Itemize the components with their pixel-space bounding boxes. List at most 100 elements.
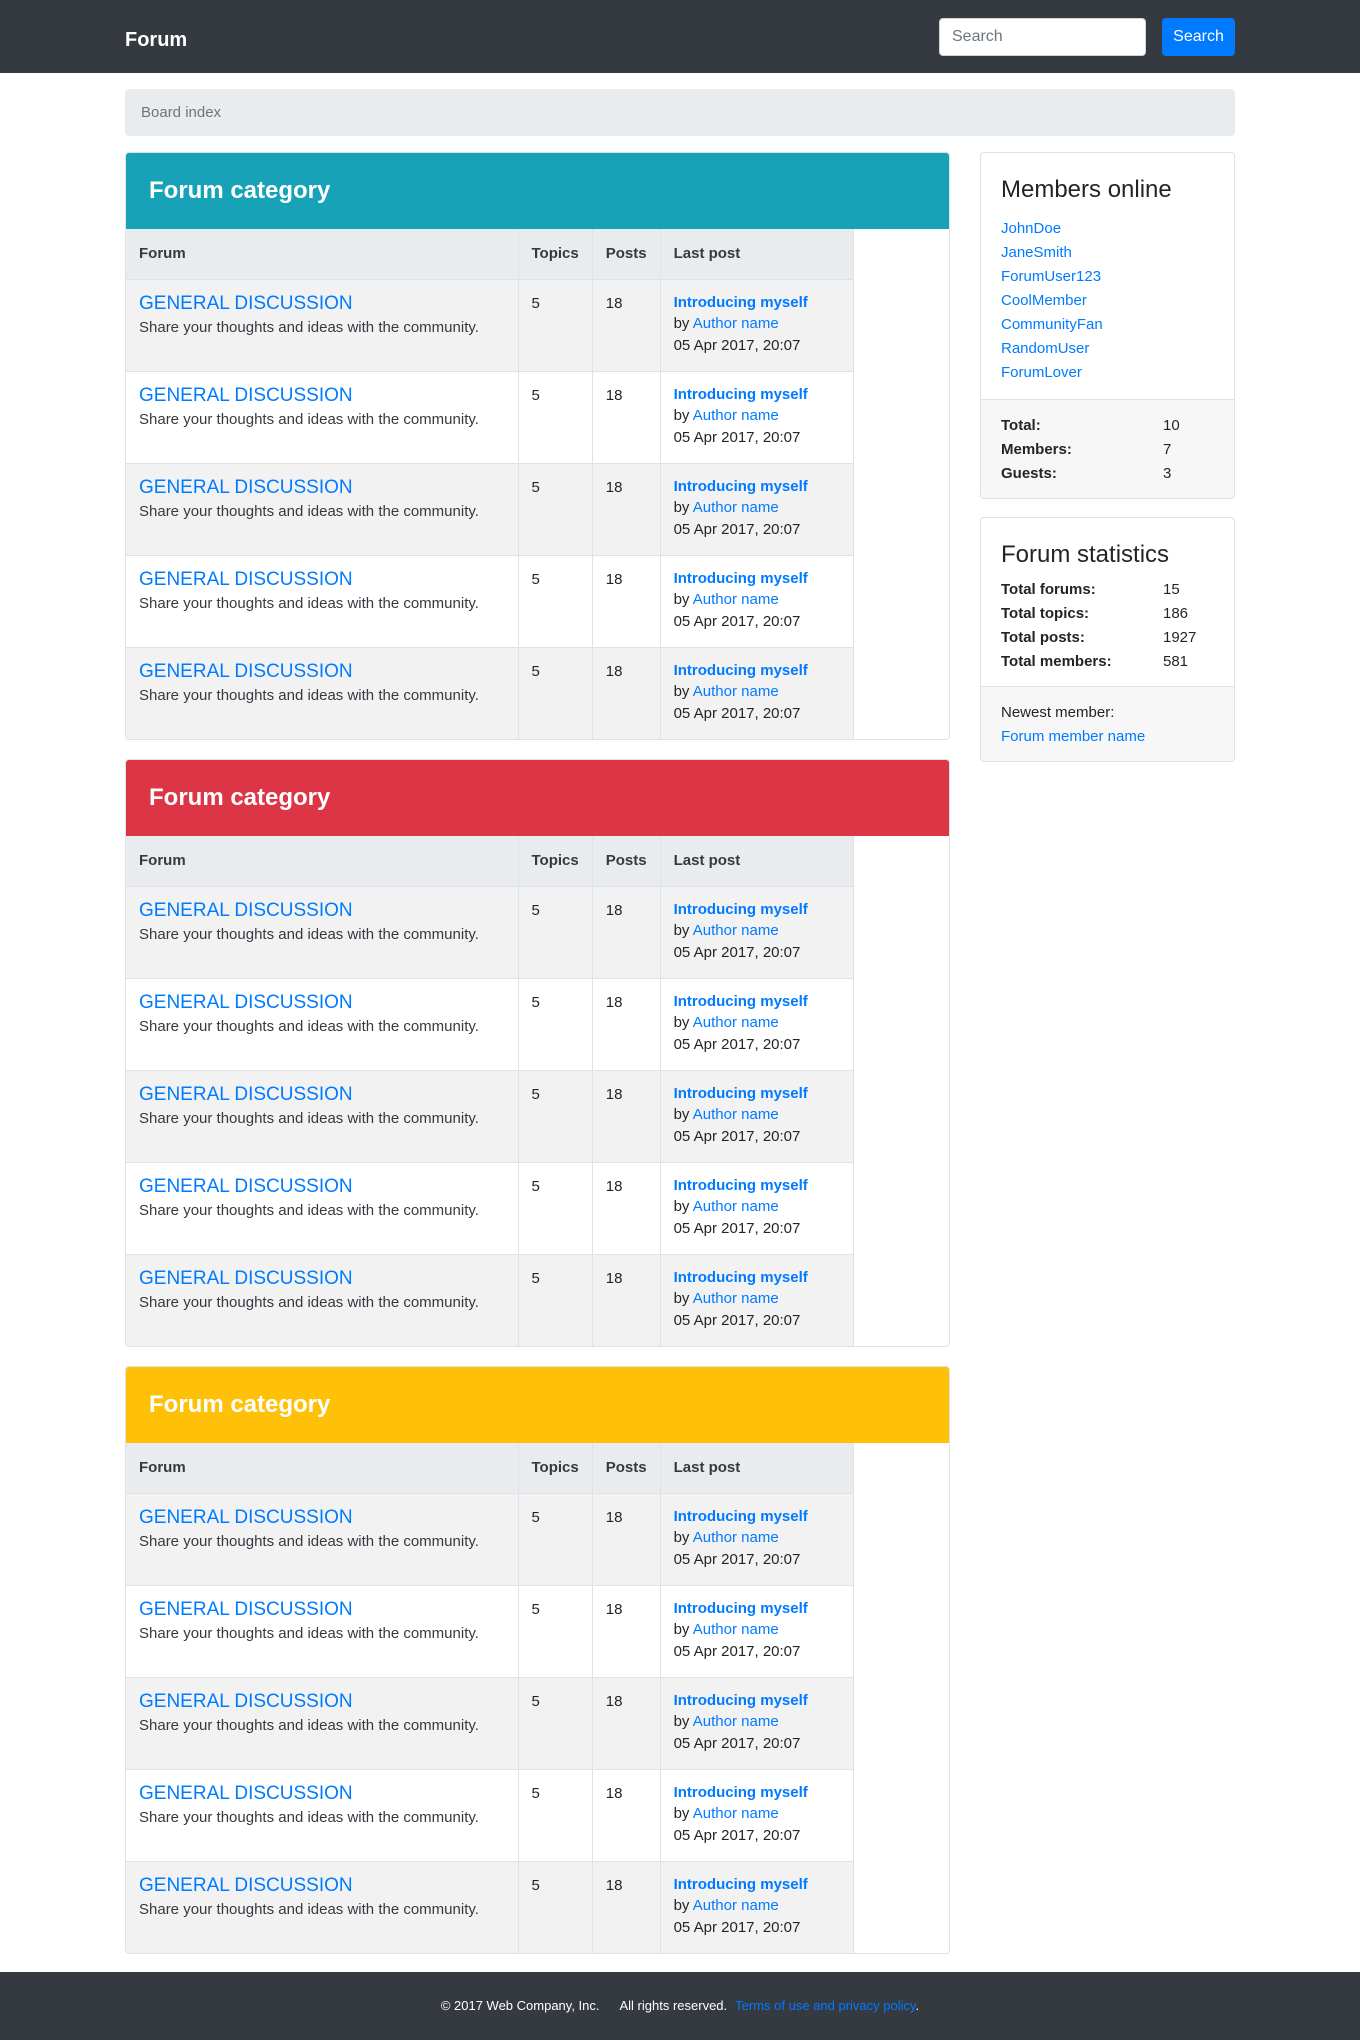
last-post-title-link[interactable]: Introducing myself (674, 1175, 840, 1196)
forum-description: Share your thoughts and ideas with the c… (139, 925, 479, 943)
page-footer: © 2017 Web Company, Inc. All rights reser… (0, 1972, 1360, 2040)
terms-link[interactable]: Terms of use and privacy policy (735, 1998, 915, 2013)
author-link[interactable]: Author name (693, 1014, 779, 1031)
forum-title-link[interactable]: GENERAL DISCUSSION (139, 1175, 505, 1199)
forum-cell: GENERAL DISCUSSION Share your thoughts an… (126, 886, 519, 979)
author-link[interactable]: Author name (693, 591, 779, 608)
forum-title-link[interactable]: GENERAL DISCUSSION (139, 476, 505, 500)
by-label: by (673, 1804, 690, 1822)
member-link[interactable]: ForumLover (1001, 361, 1214, 385)
last-post-cell: Introducing myself by Author name 05 Apr 2… (660, 463, 854, 556)
last-post-title-link[interactable]: Introducing myself (674, 1267, 840, 1288)
last-post-title-link[interactable]: Introducing myself (674, 1874, 840, 1895)
author-link[interactable]: Author name (693, 683, 779, 700)
last-post-title-link[interactable]: Introducing myself (674, 660, 840, 681)
last-post-date: 05 Apr 2017, 20:07 (673, 336, 801, 354)
author-link[interactable]: Author name (693, 499, 779, 516)
table-row: GENERAL DISCUSSION Share your thoughts an… (126, 1677, 854, 1770)
posts-count: 18 (592, 978, 661, 1071)
newest-member-link[interactable]: Forum member name (1001, 725, 1214, 749)
forum-title-link[interactable]: GENERAL DISCUSSION (139, 1598, 505, 1622)
forum-title-link[interactable]: GENERAL DISCUSSION (139, 1506, 505, 1530)
forum-title-link[interactable]: GENERAL DISCUSSION (139, 1782, 505, 1806)
forum-cell: GENERAL DISCUSSION Share your thoughts an… (126, 1861, 519, 1953)
last-post-title-link[interactable]: Introducing myself (674, 1782, 840, 1803)
members-online-title: Members online (1001, 176, 1172, 203)
search-button[interactable]: Search (1162, 18, 1235, 56)
member-link[interactable]: JaneSmith (1001, 241, 1214, 265)
forum-title-link[interactable]: GENERAL DISCUSSION (139, 568, 505, 592)
last-post-title-link[interactable]: Introducing myself (674, 1083, 840, 1104)
by-label: by (673, 1105, 690, 1123)
last-post-title-link[interactable]: Introducing myself (674, 1506, 840, 1527)
last-post-title-link[interactable]: Introducing myself (674, 1690, 840, 1711)
forum-title-link[interactable]: GENERAL DISCUSSION (139, 1267, 505, 1291)
search-input[interactable] (939, 18, 1146, 56)
last-post-date: 05 Apr 2017, 20:07 (673, 943, 801, 961)
table-row: GENERAL DISCUSSION Share your thoughts an… (126, 463, 854, 556)
last-post-title-link[interactable]: Introducing myself (674, 899, 840, 920)
header-topics: Topics (518, 1443, 593, 1494)
author-link[interactable]: Author name (693, 407, 779, 424)
brand-logo[interactable]: Forum (125, 28, 187, 52)
forum-title-link[interactable]: GENERAL DISCUSSION (139, 1690, 505, 1714)
author-link[interactable]: Author name (693, 1805, 779, 1822)
forum-title-link[interactable]: GENERAL DISCUSSION (139, 660, 505, 684)
posts-count: 18 (592, 1861, 661, 1953)
last-post-cell: Introducing myself by Author name 05 Apr 2… (660, 1254, 854, 1346)
member-link[interactable]: ForumUser123 (1001, 265, 1214, 289)
newest-member-section: Newest member: Forum member name (981, 686, 1234, 761)
by-label: by (673, 498, 690, 516)
last-post-title-link[interactable]: Introducing myself (674, 476, 840, 497)
last-post-cell: Introducing myself by Author name 05 Apr 2… (660, 647, 854, 739)
author-link[interactable]: Author name (693, 1897, 779, 1914)
last-post-date: 05 Apr 2017, 20:07 (673, 1550, 801, 1568)
author-link[interactable]: Author name (693, 1621, 779, 1638)
forum-title-link[interactable]: GENERAL DISCUSSION (139, 1083, 505, 1107)
last-post-by: by Author name (674, 1196, 840, 1217)
forum-title-link[interactable]: GENERAL DISCUSSION (139, 899, 505, 923)
header-last-post: Last post (660, 229, 854, 280)
forum-description: Share your thoughts and ideas with the c… (139, 1624, 479, 1642)
last-post-title-link[interactable]: Introducing myself (674, 384, 840, 405)
forum-description: Share your thoughts and ideas with the c… (139, 1808, 479, 1826)
forum-title-link[interactable]: GENERAL DISCUSSION (139, 1874, 505, 1898)
member-link[interactable]: JohnDoe (1001, 217, 1214, 241)
member-link[interactable]: CoolMember (1001, 289, 1214, 313)
stat-row: Members: 7 (1001, 438, 1214, 462)
table-row: GENERAL DISCUSSION Share your thoughts an… (126, 1769, 854, 1862)
forum-title-link[interactable]: GENERAL DISCUSSION (139, 384, 505, 408)
author-link[interactable]: Author name (693, 922, 779, 939)
by-label: by (673, 1289, 690, 1307)
author-link[interactable]: Author name (693, 1713, 779, 1730)
last-post-by: by Author name (674, 405, 840, 426)
author-link[interactable]: Author name (693, 1290, 779, 1307)
stat-label: Total forums: (1001, 581, 1096, 598)
posts-count: 18 (592, 886, 661, 979)
last-post-title-link[interactable]: Introducing myself (674, 292, 840, 313)
forum-title-link[interactable]: GENERAL DISCUSSION (139, 292, 505, 316)
last-post-by: by Author name (674, 1012, 840, 1033)
header-last-post: Last post (660, 836, 854, 887)
last-post-cell: Introducing myself by Author name 05 Apr 2… (660, 555, 854, 648)
forum-table: Forum Topics Posts Last post GENERAL DIS… (126, 229, 854, 739)
last-post-title-link[interactable]: Introducing myself (674, 568, 840, 589)
by-label: by (673, 314, 690, 332)
breadcrumb-board-index[interactable]: Board index (141, 104, 221, 121)
posts-count: 18 (592, 1254, 661, 1346)
last-post-by: by Author name (674, 1895, 840, 1916)
author-link[interactable]: Author name (693, 1198, 779, 1215)
last-post-cell: Introducing myself by Author name 05 Apr 2… (660, 1585, 854, 1678)
header-forum: Forum (126, 229, 519, 280)
last-post-title-link[interactable]: Introducing myself (674, 991, 840, 1012)
member-link[interactable]: CommunityFan (1001, 313, 1214, 337)
forum-title-link[interactable]: GENERAL DISCUSSION (139, 991, 505, 1015)
author-link[interactable]: Author name (693, 315, 779, 332)
last-post-title-link[interactable]: Introducing myself (674, 1598, 840, 1619)
author-link[interactable]: Author name (693, 1106, 779, 1123)
header-last-post: Last post (660, 1443, 854, 1494)
topics-count: 5 (518, 555, 593, 648)
forum-description: Share your thoughts and ideas with the c… (139, 1109, 479, 1127)
member-link[interactable]: RandomUser (1001, 337, 1214, 361)
author-link[interactable]: Author name (693, 1529, 779, 1546)
